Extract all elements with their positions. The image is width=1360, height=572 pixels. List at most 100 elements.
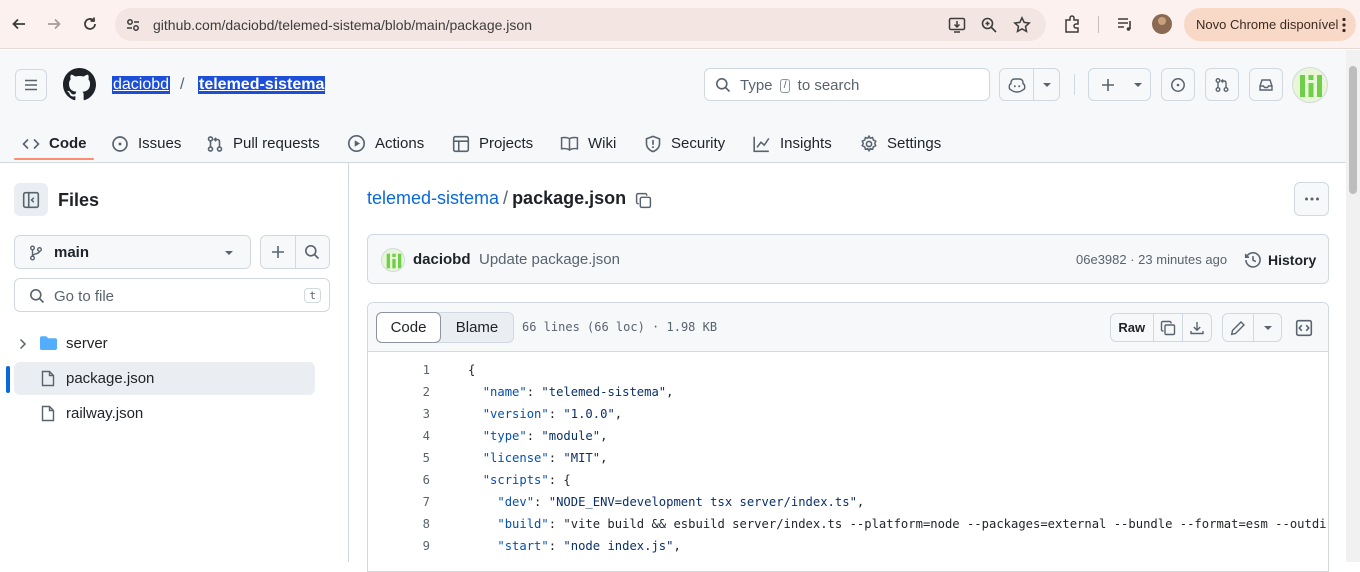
line-content: "build": "vite build && esbuild server/i…	[497, 517, 1329, 531]
line-number[interactable]: 4	[408, 429, 430, 443]
inbox-icon	[1259, 78, 1273, 91]
pull-requests-button[interactable]	[1205, 68, 1239, 101]
github-logo-icon[interactable]	[63, 68, 96, 101]
extensions-icon[interactable]	[1062, 14, 1082, 34]
breadcrumb-file: package.json	[512, 188, 627, 208]
copy-raw-button[interactable]	[1152, 314, 1183, 341]
download-button[interactable]	[1182, 314, 1211, 341]
add-file-button[interactable]	[261, 236, 296, 268]
copy-icon	[1160, 320, 1176, 335]
issues-button[interactable]	[1161, 68, 1195, 101]
copy-path-button[interactable]	[632, 189, 654, 211]
tree-item-label: railway.json	[66, 405, 144, 422]
page-scrollbar[interactable]	[1346, 50, 1360, 562]
code-line: 1{	[368, 363, 1328, 385]
more-options-button[interactable]	[1294, 182, 1329, 216]
line-content: "version": "1.0.0",	[482, 407, 623, 421]
tab-pull-requests[interactable]: Pull requests	[206, 124, 320, 163]
profile-avatar[interactable]	[1152, 14, 1172, 34]
edit-dropdown[interactable]	[1253, 314, 1281, 341]
arrow-right-icon	[48, 18, 61, 30]
tree-item-package-json[interactable]: package.json	[14, 362, 315, 395]
files-title: Files	[58, 190, 100, 210]
more-vert-icon	[1342, 17, 1346, 33]
view-mode-switch: Code Blame	[376, 312, 514, 343]
file-stats: 66 lines (66 loc) · 1.98 KB	[522, 320, 718, 334]
tab-label: Pull requests	[233, 135, 320, 152]
raw-button[interactable]: Raw	[1111, 314, 1153, 341]
search-input[interactable]: Type / to search	[704, 68, 990, 101]
file-tree-sidebar: Files main Go to file t server package.j…	[0, 163, 349, 562]
tab-projects[interactable]: Projects	[452, 124, 533, 163]
symbols-panel-button[interactable]	[1294, 318, 1314, 338]
collapse-sidebar-button[interactable]	[14, 183, 48, 216]
owner-link[interactable]: daciobd	[112, 76, 171, 94]
repo-header: daciobd / telemed-sistema Type / to sear…	[0, 50, 1346, 163]
caret-down-icon	[225, 251, 233, 255]
tab-security[interactable]: Security	[644, 124, 725, 163]
blame-view-button[interactable]: Blame	[441, 313, 513, 342]
tab-label: Wiki	[588, 135, 617, 152]
code-view-button[interactable]: Code	[376, 312, 441, 343]
header-divider	[1074, 74, 1075, 95]
install-app-icon[interactable]	[948, 16, 966, 34]
download-icon	[1190, 321, 1204, 334]
menu-button[interactable]	[15, 69, 47, 101]
reload-button[interactable]	[79, 13, 101, 35]
commit-author-avatar[interactable]	[381, 248, 405, 272]
file-icon	[41, 405, 55, 422]
caret-down-icon	[1263, 325, 1272, 330]
branch-selector[interactable]: main	[14, 235, 251, 269]
create-new-button[interactable]	[1088, 68, 1151, 101]
tab-actions[interactable]: Actions	[347, 124, 424, 163]
update-chrome-button[interactable]: Novo Chrome disponível	[1184, 8, 1356, 41]
plus-icon	[1101, 78, 1114, 91]
media-queue-icon[interactable]	[1115, 14, 1135, 34]
breadcrumb-repo-link[interactable]: telemed-sistema	[367, 188, 499, 208]
line-number[interactable]: 8	[408, 517, 430, 531]
latest-commit: daciobd Update package.json 06e3982 · 23…	[367, 234, 1329, 284]
copilot-button-group	[999, 68, 1060, 101]
line-number[interactable]: 5	[408, 451, 430, 465]
search-files-button[interactable]	[296, 236, 330, 268]
sidebar-collapse-icon	[22, 191, 40, 208]
site-settings-icon[interactable]	[124, 16, 142, 34]
tab-insights[interactable]: Insights	[752, 124, 832, 163]
tab-label: Insights	[780, 135, 832, 152]
url-text[interactable]: github.com/daciobd/telemed-sistema/blob/…	[153, 17, 532, 33]
history-button[interactable]: History	[1244, 251, 1316, 269]
commit-author[interactable]: daciobd	[413, 251, 471, 268]
repo-link[interactable]: telemed-sistema	[198, 76, 326, 94]
line-number[interactable]: 9	[408, 539, 430, 553]
bookmark-star-icon[interactable]	[1013, 16, 1031, 34]
line-number[interactable]: 6	[408, 473, 430, 487]
line-number[interactable]: 7	[408, 495, 430, 509]
address-bar[interactable]: github.com/daciobd/telemed-sistema/blob/…	[115, 8, 1046, 41]
edit-file-button[interactable]	[1223, 314, 1253, 341]
commit-meta[interactable]: 06e3982 · 23 minutes ago	[1076, 252, 1227, 267]
copilot-button[interactable]	[1000, 69, 1035, 100]
scrollbar-thumb[interactable]	[1349, 66, 1357, 194]
user-avatar[interactable]	[1292, 67, 1328, 103]
go-to-file-shortcut: t	[304, 288, 321, 303]
zoom-icon[interactable]	[980, 16, 998, 34]
file-breadcrumb: telemed-sistema / package.json	[367, 188, 626, 209]
copilot-dropdown[interactable]	[1034, 69, 1059, 100]
copilot-icon	[1008, 77, 1026, 93]
line-number[interactable]: 2	[408, 385, 430, 399]
tree-item-server[interactable]: server	[14, 327, 315, 360]
line-content: "scripts": {	[482, 473, 571, 487]
tab-wiki[interactable]: Wiki	[560, 124, 616, 163]
commit-message[interactable]: Update package.json	[479, 251, 620, 268]
go-to-file-input[interactable]: Go to file t	[14, 278, 330, 312]
tab-issues[interactable]: Issues	[111, 124, 181, 163]
back-button[interactable]	[8, 13, 30, 35]
inbox-button[interactable]	[1249, 68, 1283, 101]
tab-settings[interactable]: Settings	[860, 124, 941, 163]
line-number[interactable]: 3	[408, 407, 430, 421]
forward-button[interactable]	[43, 13, 65, 35]
line-number[interactable]: 1	[408, 363, 430, 377]
reload-icon	[84, 17, 96, 30]
line-content: "dev": "NODE_ENV=development tsx server/…	[497, 495, 865, 509]
tree-item-railway-json[interactable]: railway.json	[14, 397, 315, 430]
